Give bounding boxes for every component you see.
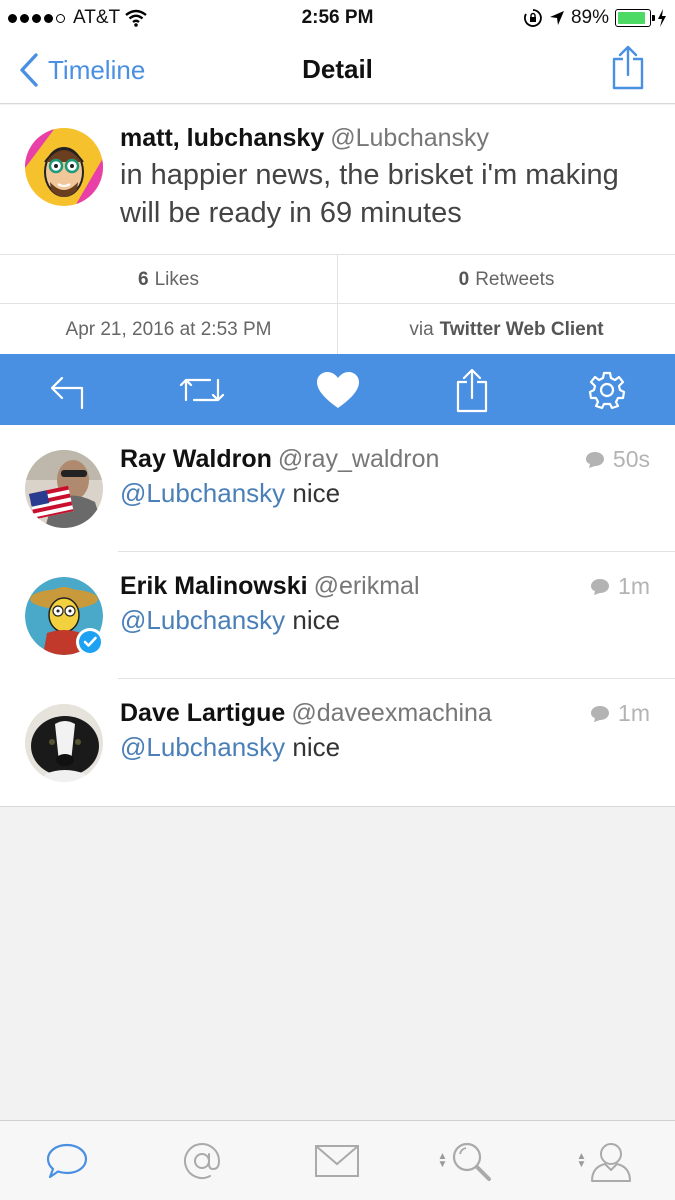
tab-profile[interactable]: ▲ ▼ <box>555 1121 655 1200</box>
author-name[interactable]: matt, lubchansky <box>120 124 324 152</box>
orientation-lock-icon <box>524 9 542 27</box>
envelope-icon <box>315 1145 359 1177</box>
tab-mentions[interactable] <box>152 1121 252 1200</box>
tweet-client[interactable]: via Twitter Web Client <box>338 305 675 354</box>
reply-text: @Lubchansky nice <box>120 605 341 635</box>
reply-time: 1m <box>590 700 650 727</box>
author-handle[interactable]: @Lubchansky <box>330 124 489 152</box>
location-arrow-icon <box>549 11 564 25</box>
battery-icon <box>615 9 655 27</box>
speech-bubble-icon <box>591 578 610 595</box>
chevron-left-icon <box>20 53 38 87</box>
user-icon <box>591 1143 632 1182</box>
list-item[interactable]: Dave Lartigue @daveexmachina @Lubchansky … <box>0 679 675 806</box>
back-button-label: Timeline <box>48 54 146 85</box>
reply-author-name[interactable]: Ray Waldron <box>120 445 272 473</box>
switch-arrows-icon: ▲ ▼ <box>576 1151 587 1170</box>
replies-list: Ray Waldron @ray_waldron @Lubchansky nice… <box>0 425 675 807</box>
retweet-button[interactable] <box>162 354 242 425</box>
avatar[interactable] <box>25 450 103 528</box>
avatar[interactable] <box>25 704 103 782</box>
share-icon <box>456 368 488 412</box>
avatar[interactable] <box>25 577 104 656</box>
battery-percent: 89% <box>570 7 609 28</box>
reply-author-handle[interactable]: @daveexmachina <box>291 699 492 727</box>
mention-link[interactable]: @Lubchansky <box>120 478 285 508</box>
like-button[interactable] <box>298 354 378 425</box>
reply-icon <box>50 376 84 409</box>
switch-arrows-icon: ▲ ▼ <box>437 1151 448 1170</box>
action-bar <box>0 354 675 425</box>
tab-search[interactable]: ▲ ▼ <box>415 1121 515 1200</box>
mention-link[interactable]: @Lubchansky <box>120 605 285 635</box>
settings-button[interactable] <box>567 354 647 425</box>
divider <box>0 303 675 304</box>
retweet-icon <box>179 378 225 401</box>
reply-author-handle[interactable]: @ray_waldron <box>278 445 440 473</box>
search-icon <box>453 1142 492 1181</box>
tweet-stats: 6 Likes 0 Retweets Apr 21, 2016 at 2:53 PM… <box>0 255 675 354</box>
charging-bolt-icon <box>658 9 666 27</box>
list-item[interactable]: Ray Waldron @ray_waldron @Lubchansky nice… <box>0 425 675 552</box>
reply-text: @Lubchansky nice <box>120 478 341 508</box>
speech-bubble-icon <box>591 705 610 722</box>
tab-bar: ▲ ▼ ▲ ▼ <box>0 1120 675 1200</box>
tab-timeline[interactable] <box>17 1121 117 1200</box>
author-avatar[interactable] <box>25 128 103 206</box>
speech-bubble-icon <box>585 451 604 468</box>
retweets-count[interactable]: 0 Retweets <box>338 255 675 304</box>
at-sign-icon <box>184 1143 221 1179</box>
reply-author-name[interactable]: Erik Malinowski <box>120 572 308 600</box>
reply-time: 50s <box>585 446 650 473</box>
mention-link[interactable]: @Lubchansky <box>120 732 285 762</box>
reply-time: 1m <box>590 573 650 600</box>
divider <box>337 255 338 354</box>
heart-icon <box>317 371 359 408</box>
gear-icon <box>588 371 626 409</box>
tab-messages[interactable] <box>287 1121 387 1200</box>
likes-count[interactable]: 6 Likes <box>0 255 337 304</box>
reply-button[interactable] <box>27 354 107 425</box>
reply-author-handle[interactable]: @erikmal <box>314 572 420 600</box>
speech-bubble-icon <box>46 1143 88 1179</box>
verified-badge-icon <box>76 628 104 656</box>
status-bar: AT&T 2:56 PM 89% <box>0 0 675 40</box>
share-button[interactable] <box>611 44 645 95</box>
tweet-timestamp: Apr 21, 2016 at 2:53 PM <box>65 318 272 340</box>
nav-bar: Timeline Detail <box>0 40 675 104</box>
reply-text: @Lubchansky nice <box>120 732 341 762</box>
reply-author-name[interactable]: Dave Lartigue <box>120 699 285 727</box>
tweet-text: in happier news, the brisket i'm making … <box>120 159 619 229</box>
share-tweet-button[interactable] <box>432 354 512 425</box>
back-button[interactable]: Timeline <box>18 52 145 88</box>
list-item[interactable]: Erik Malinowski @erikmal @Lubchansky nice… <box>0 552 675 679</box>
share-icon <box>612 45 644 90</box>
tweet-detail: matt, lubchansky @Lubchansky in happier n… <box>0 105 675 255</box>
